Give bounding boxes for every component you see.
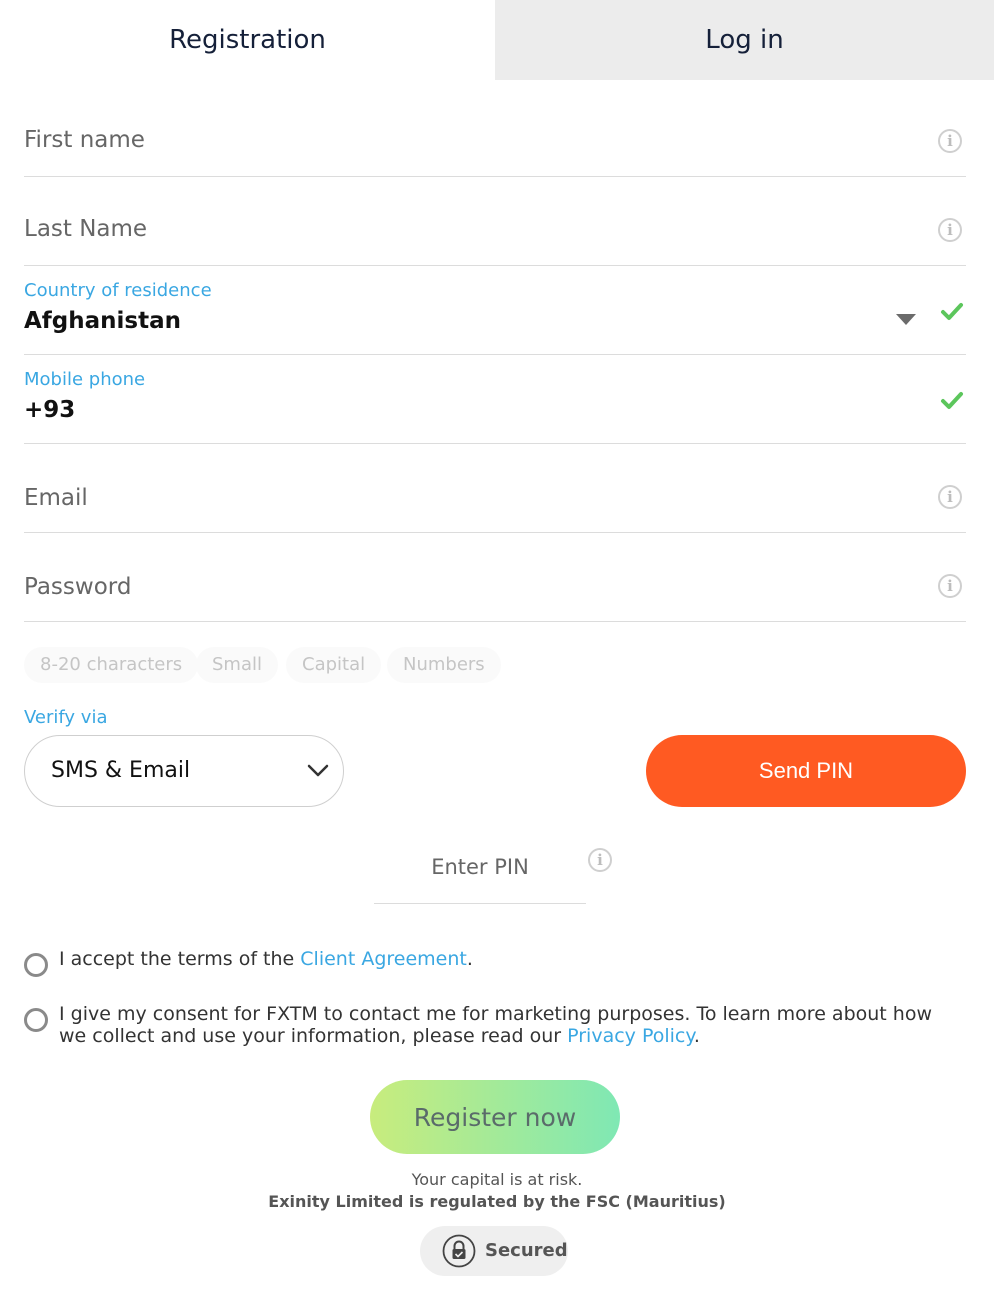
marketing-consent-line1: I give my consent for FXTM to contact me…	[59, 1003, 932, 1025]
email-field[interactable]: Email i	[24, 444, 966, 533]
last-name-info-icon[interactable]: i	[938, 218, 962, 242]
privacy-policy-link[interactable]: Privacy Policy	[567, 1025, 694, 1047]
risk-warning: Your capital is at risk.	[411, 1170, 583, 1189]
verify-method-select[interactable]: SMS & Email	[24, 735, 344, 807]
country-valid-check-icon	[941, 303, 963, 320]
verify-method-value: SMS & Email	[51, 758, 191, 783]
enter-pin-field[interactable]: Enter PIN	[374, 840, 586, 904]
mobile-phone-field[interactable]: Mobile phone +93	[24, 355, 966, 444]
marketing-consent-radio[interactable]	[24, 1008, 48, 1032]
hint-capital: Capital	[286, 647, 382, 683]
terms-text-prefix: I accept the terms of the	[59, 948, 301, 970]
secured-badge: Secured	[420, 1226, 568, 1276]
password-field[interactable]: Password i	[24, 533, 966, 622]
mobile-valid-check-icon	[941, 392, 963, 409]
first-name-field[interactable]: First name i	[24, 88, 966, 177]
last-name-placeholder: Last Name	[24, 216, 148, 242]
pin-info-icon[interactable]: i	[588, 848, 612, 872]
regulation-notice: Exinity Limited is regulated by the FSC …	[268, 1192, 726, 1211]
first-name-info-icon[interactable]: i	[938, 129, 962, 153]
password-info-icon[interactable]: i	[938, 574, 962, 598]
client-agreement-link[interactable]: Client Agreement	[300, 948, 467, 970]
tab-bar: Registration Log in	[0, 0, 994, 80]
enter-pin-placeholder: Enter PIN	[431, 855, 529, 879]
lock-icon	[442, 1234, 476, 1268]
first-name-placeholder: First name	[24, 127, 145, 153]
marketing-consent-text: I give my consent for FXTM to contact me…	[59, 1003, 932, 1047]
terms-text: I accept the terms of the Client Agreeme…	[59, 948, 473, 970]
mobile-phone-value: +93	[24, 397, 76, 423]
password-placeholder: Password	[24, 574, 132, 600]
country-value: Afghanistan	[24, 308, 182, 334]
send-pin-button[interactable]: Send PIN	[646, 735, 966, 807]
dropdown-triangle-icon[interactable]	[896, 314, 916, 326]
hint-small: Small	[196, 647, 278, 683]
tab-registration[interactable]: Registration	[0, 0, 495, 80]
chevron-down-icon	[307, 764, 329, 777]
mobile-phone-label: Mobile phone	[24, 369, 146, 390]
hint-numbers: Numbers	[387, 647, 501, 683]
country-label: Country of residence	[24, 280, 212, 301]
register-now-button[interactable]: Register now	[370, 1080, 620, 1154]
secured-label: Secured	[485, 1240, 568, 1261]
verify-via-label: Verify via	[24, 707, 108, 728]
country-select[interactable]: Country of residence Afghanistan	[24, 266, 966, 355]
email-info-icon[interactable]: i	[938, 485, 962, 509]
terms-text-suffix: .	[466, 948, 473, 970]
terms-radio[interactable]	[24, 953, 48, 977]
tab-login[interactable]: Log in	[495, 0, 994, 80]
hint-length: 8-20 characters	[24, 647, 199, 683]
email-placeholder: Email	[24, 485, 88, 511]
last-name-field[interactable]: Last Name i	[24, 177, 966, 266]
marketing-consent-suffix: .	[693, 1025, 700, 1047]
marketing-consent-line2: we collect and use your information, ple…	[59, 1025, 568, 1047]
